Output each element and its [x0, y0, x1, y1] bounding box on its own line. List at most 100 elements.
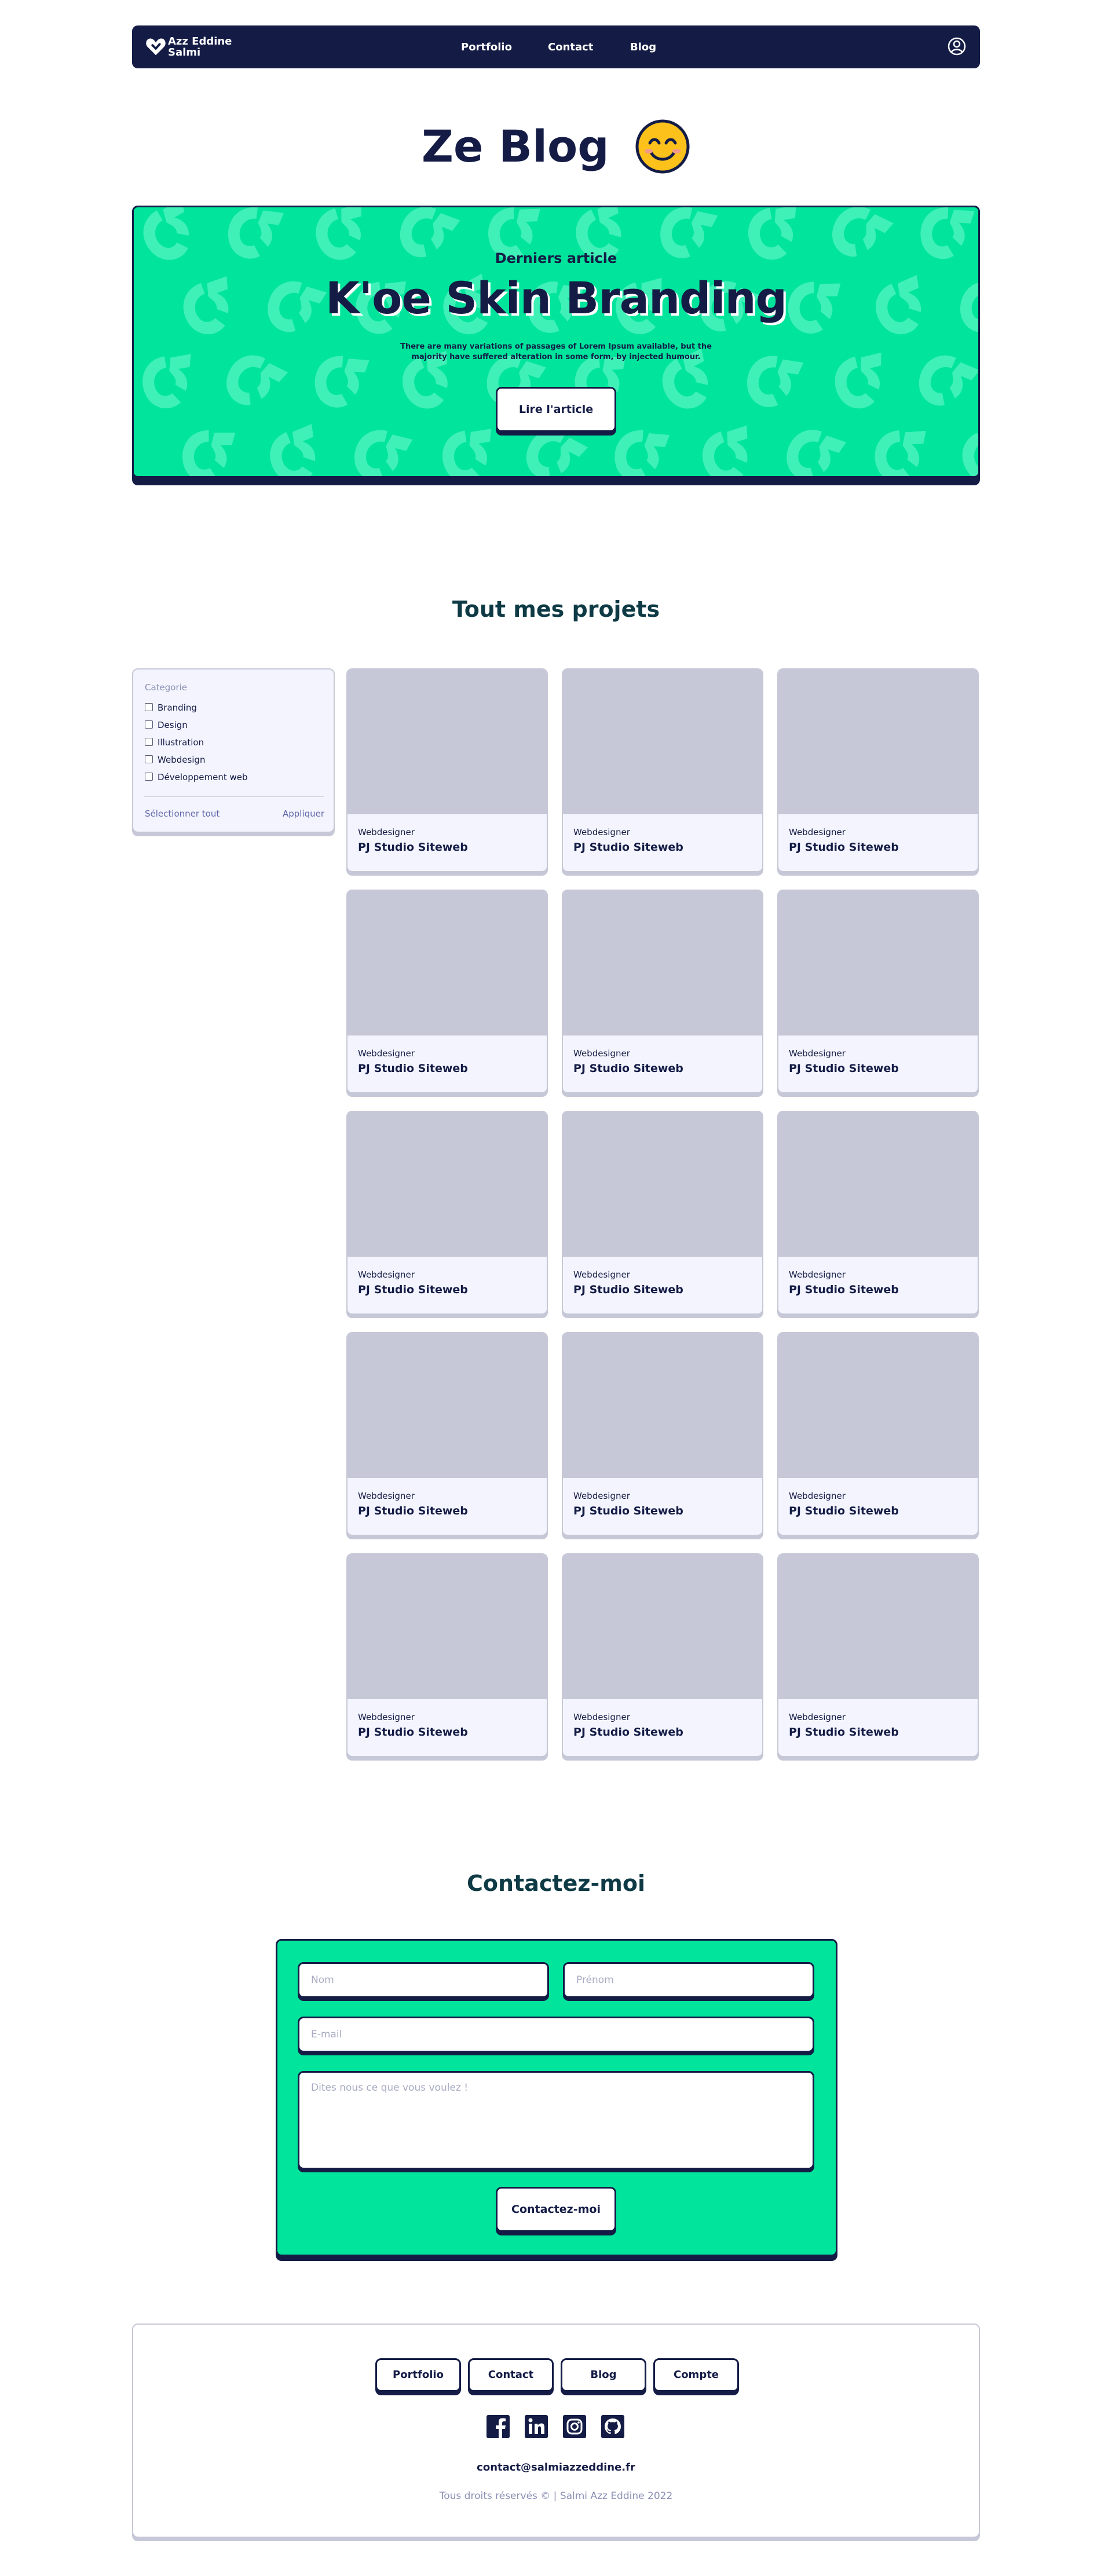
filter-option-label: Branding	[158, 702, 197, 713]
checkbox[interactable]	[145, 773, 153, 781]
pattern-glyph	[262, 422, 331, 476]
checkbox[interactable]	[145, 738, 153, 746]
project-title: PJ Studio Siteweb	[573, 1062, 683, 1075]
last-name-field[interactable]	[298, 1962, 549, 1998]
project-title: PJ Studio Siteweb	[789, 1505, 899, 1517]
facebook-icon[interactable]	[487, 2415, 510, 2438]
project-image-placeholder	[563, 669, 762, 814]
email-field[interactable]	[298, 2017, 814, 2052]
pattern-glyph	[873, 428, 930, 476]
project-card[interactable]: Webdesigner PJ Studio Siteweb	[346, 1553, 548, 1757]
nav-link-contact[interactable]: Contact	[548, 41, 593, 54]
project-image-placeholder	[563, 1554, 762, 1699]
project-title: PJ Studio Siteweb	[573, 1283, 683, 1296]
project-image-placeholder	[563, 1333, 762, 1478]
logo-text[interactable]: Azz Eddine Salmi	[168, 36, 232, 58]
project-image-placeholder	[563, 891, 762, 1035]
footer-link-contact[interactable]: Contact	[468, 2358, 554, 2392]
project-card[interactable]: Webdesigner PJ Studio Siteweb	[777, 1332, 979, 1536]
filter-label: Categorie	[145, 682, 188, 693]
first-name-field[interactable]	[563, 1962, 814, 1998]
linkedin-icon[interactable]	[525, 2415, 548, 2438]
page-title-text: Ze Blog	[421, 120, 609, 172]
hero-eyebrow: Derniers article	[495, 250, 617, 266]
project-title: PJ Studio Siteweb	[573, 841, 683, 854]
project-category: Webdesigner	[789, 827, 846, 837]
pattern-glyph	[438, 426, 499, 476]
project-card[interactable]: Webdesigner PJ Studio Siteweb	[346, 890, 548, 1093]
project-image-placeholder	[778, 891, 978, 1035]
project-category: Webdesigner	[573, 827, 630, 837]
project-category: Webdesigner	[573, 1712, 630, 1722]
message-field[interactable]	[298, 2071, 814, 2169]
pattern-glyph	[911, 347, 978, 416]
project-card[interactable]: Webdesigner PJ Studio Siteweb	[562, 1111, 763, 1315]
footer-link-blog[interactable]: Blog	[561, 2358, 646, 2392]
project-image-placeholder	[563, 1112, 762, 1257]
project-title: PJ Studio Siteweb	[358, 1062, 468, 1075]
project-image-placeholder	[348, 669, 547, 814]
user-circle-icon[interactable]	[946, 36, 967, 57]
filter-option-webdesign[interactable]: Webdesign	[145, 754, 205, 766]
logo-line-1: Azz Eddine	[168, 35, 232, 47]
project-card[interactable]: Webdesigner PJ Studio Siteweb	[562, 668, 763, 872]
select-all-link[interactable]: Sélectionner tout	[145, 808, 220, 819]
footer	[132, 2323, 980, 2538]
page-title: Ze Blog	[0, 115, 1112, 175]
apply-filter-link[interactable]: Appliquer	[283, 808, 324, 819]
filter-option-label: Développement web	[158, 772, 248, 782]
filter-divider	[144, 796, 324, 797]
project-category: Webdesigner	[573, 1269, 630, 1280]
heart-logo-icon[interactable]	[145, 36, 167, 58]
project-image-placeholder	[348, 1333, 547, 1478]
project-card[interactable]: Webdesigner PJ Studio Siteweb	[346, 1332, 548, 1536]
footer-email[interactable]: contact@salmiazzeddine.fr	[0, 2461, 1112, 2473]
project-image-placeholder	[778, 1554, 978, 1699]
github-icon[interactable]	[601, 2415, 624, 2438]
hero-description: There are many variations of passages of…	[400, 342, 712, 361]
filter-option-label: Design	[158, 720, 188, 730]
pattern-glyph	[313, 354, 370, 410]
read-article-button[interactable]: Lire l'article	[496, 387, 616, 432]
project-card[interactable]: Webdesigner PJ Studio Siteweb	[562, 1553, 763, 1757]
instagram-icon[interactable]	[563, 2415, 586, 2438]
project-card[interactable]: Webdesigner PJ Studio Siteweb	[777, 1111, 979, 1315]
project-category: Webdesigner	[789, 1269, 846, 1280]
filter-option-label: Webdesign	[158, 755, 206, 765]
nav-link-blog[interactable]: Blog	[630, 41, 656, 54]
footer-link-account[interactable]: Compte	[653, 2358, 739, 2392]
project-card[interactable]: Webdesigner PJ Studio Siteweb	[777, 1553, 979, 1757]
project-card[interactable]: Webdesigner PJ Studio Siteweb	[562, 1332, 763, 1536]
pattern-glyph	[138, 352, 200, 412]
footer-link-portfolio[interactable]: Portfolio	[375, 2358, 461, 2392]
project-category: Webdesigner	[789, 1048, 846, 1059]
project-title: PJ Studio Siteweb	[358, 1726, 468, 1739]
checkbox[interactable]	[145, 720, 153, 729]
project-category: Webdesigner	[573, 1048, 630, 1059]
project-card[interactable]: Webdesigner PJ Studio Siteweb	[346, 668, 548, 872]
nav-link-portfolio[interactable]: Portfolio	[461, 41, 512, 54]
project-title: PJ Studio Siteweb	[789, 841, 899, 854]
project-card[interactable]: Webdesigner PJ Studio Siteweb	[777, 668, 979, 872]
filter-option-design[interactable]: Design	[145, 719, 188, 731]
pattern-glyph	[743, 352, 804, 412]
pattern-glyph	[953, 420, 978, 476]
project-title: PJ Studio Siteweb	[789, 1062, 899, 1075]
checkbox[interactable]	[145, 703, 153, 711]
contact-submit-button[interactable]: Contactez-moi	[496, 2187, 616, 2232]
filter-option-branding[interactable]: Branding	[145, 702, 197, 713]
project-card[interactable]: Webdesigner PJ Studio Siteweb	[346, 1111, 548, 1315]
project-category: Webdesigner	[358, 1269, 415, 1280]
project-card[interactable]: Webdesigner PJ Studio Siteweb	[777, 890, 979, 1093]
project-title: PJ Studio Siteweb	[358, 841, 468, 854]
checkbox[interactable]	[145, 755, 153, 763]
project-image-placeholder	[778, 1112, 978, 1257]
project-category: Webdesigner	[789, 1491, 846, 1501]
pattern-glyph	[780, 423, 847, 476]
footer-copyright: Tous droits réservés © | Salmi Azz Eddin…	[439, 2490, 673, 2502]
project-card[interactable]: Webdesigner PJ Studio Siteweb	[562, 890, 763, 1093]
project-image-placeholder	[778, 669, 978, 814]
filter-option-illustration[interactable]: Illustration	[145, 737, 204, 748]
filter-option-web-dev[interactable]: Développement web	[145, 771, 248, 783]
project-title: PJ Studio Siteweb	[358, 1505, 468, 1517]
